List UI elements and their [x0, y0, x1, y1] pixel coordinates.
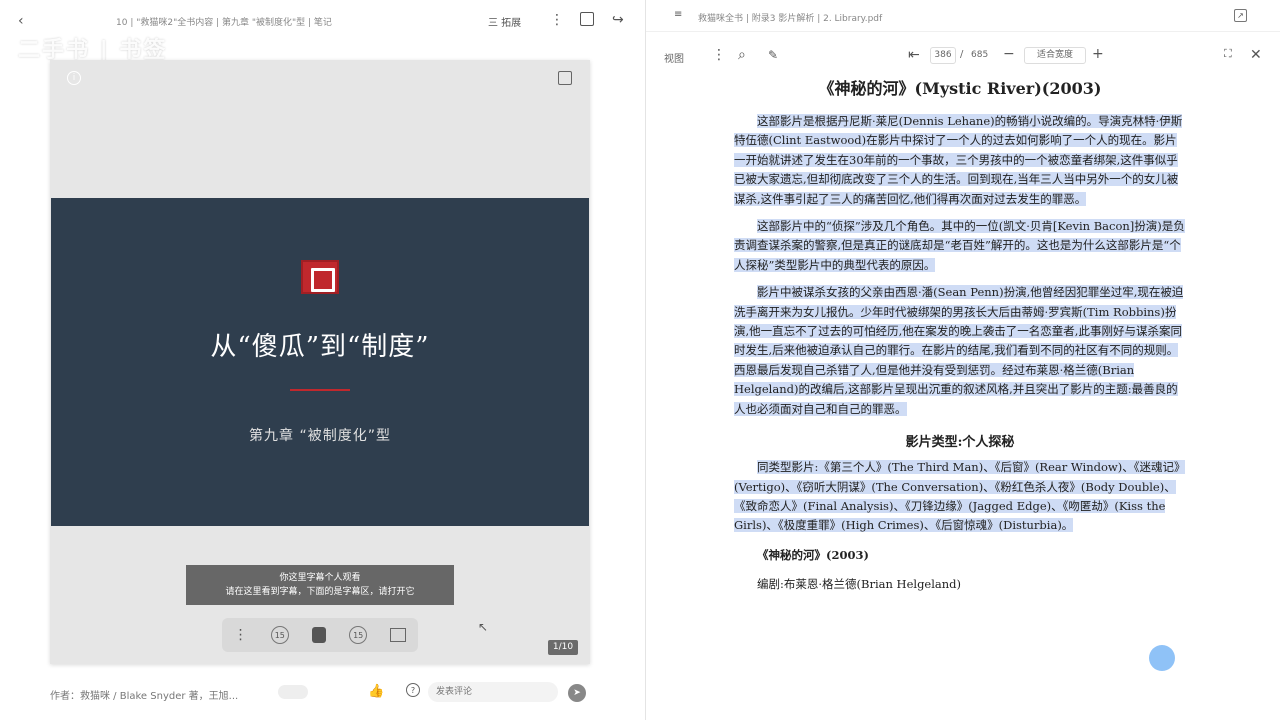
doc-title: 《神秘的河》(Mystic River)(2003) [818, 79, 1102, 98]
like-icon[interactable]: 👍 [368, 684, 384, 699]
zoom-out-icon[interactable]: − [1003, 46, 1015, 62]
slide: 从“傻瓜”到“制度” 第九章 “被制度化”型 [51, 198, 589, 526]
share-icon[interactable]: ↪ [612, 12, 624, 28]
info-icon[interactable]: i [67, 71, 81, 85]
pause-icon[interactable] [311, 627, 326, 643]
zoom-in-icon[interactable]: + [1092, 46, 1104, 62]
open-external-icon[interactable]: ↗ [1234, 9, 1247, 22]
pdf-toolbar: 视图 ⋮ ⌕ ✎ ⇤ 386 / 685 − 适合宽度 + ⛶ ✕ [646, 42, 1280, 70]
paragraph-3: 影片中被谋杀女孩的父亲由西恩·潘(Sean Penn)扮演,他曾经因犯罪坐过牢,… [734, 283, 1186, 419]
comment-icon[interactable]: ? [406, 683, 420, 697]
more-icon[interactable]: ⋮ [550, 12, 564, 28]
page-indicator: 1/10 [548, 640, 578, 655]
paragraph-1-text: 这部影片是根据丹尼斯·莱尼(Dennis Lehane)的畅销小说改编的。导演克… [734, 114, 1183, 206]
divider [290, 389, 350, 391]
close-icon[interactable]: ✕ [1250, 47, 1262, 63]
caption-box: 你这里字幕个人观看 请在这里看到字幕，下面的是字幕区，请打开它 [186, 565, 454, 605]
slide-subtitle: 第九章 “被制度化”型 [249, 428, 391, 444]
sidebar-toggle-icon[interactable] [580, 12, 594, 26]
same-type-paragraph: 同类型影片:《第三个人》(The Third Man)、《后窗》(Rear Wi… [734, 458, 1186, 536]
first-page-icon[interactable]: ⇤ [908, 47, 920, 63]
rewind-icon[interactable]: 15 [270, 626, 289, 644]
menu-dots-icon[interactable]: ⋮ [234, 627, 248, 643]
paragraph-3-text: 影片中被谋杀女孩的父亲由西恩·潘(Sean Penn)扮演,他曾经因犯罪坐过牢,… [734, 285, 1184, 416]
film-line: 《神秘的河》(2003) [734, 546, 1186, 565]
bottom-bar: 作者：救猫咪 / Blake Snyder 著，王旭... 👍 ? ➤ [50, 678, 590, 708]
view-button[interactable]: 视图 [664, 50, 684, 65]
menu-icon[interactable]: ≡ [674, 9, 682, 20]
author-text: 作者：救猫咪 / Blake Snyder 著，王旭... [50, 691, 239, 702]
caption-line-2: 请在这里看到字幕，下面的是字幕区，请打开它 [225, 587, 415, 597]
page-separator: / [960, 49, 964, 60]
slide-title: 从“傻瓜”到“制度” [210, 332, 430, 362]
page-current[interactable]: 386 [930, 47, 956, 64]
pdf-document: 《神秘的河》(Mystic River)(2003) 这部影片是根据丹尼斯·莱尼… [734, 74, 1186, 595]
comment-input[interactable] [428, 682, 558, 702]
file-path: 救猫咪全书 | 附录3 影片解析 | 2. Library.pdf [698, 14, 883, 24]
fullscreen-toggle-icon[interactable] [390, 628, 407, 642]
paragraph-1: 这部影片是根据丹尼斯·莱尼(Dennis Lehane)的畅销小说改编的。导演克… [734, 112, 1186, 209]
same-type-text: 同类型影片:《第三个人》(The Third Man)、《后窗》(Rear Wi… [734, 460, 1186, 533]
page-total: 685 [971, 50, 989, 60]
expand-button[interactable]: 三 拓展 [488, 14, 521, 29]
more-options-icon[interactable]: ⋮ [712, 47, 726, 63]
fit-screen-icon[interactable]: ⛶ [1224, 47, 1232, 61]
annotate-icon[interactable]: ✎ [768, 48, 778, 62]
fullscreen-icon[interactable] [558, 71, 572, 85]
breadcrumb[interactable]: 10 | "救猫咪2"全书内容 | 第九章 "被制度化"型 | 笔记 [116, 15, 356, 28]
section-heading: 影片类型:个人探秘 [905, 435, 1015, 451]
back-icon[interactable]: ‹ [18, 13, 24, 29]
cursor-icon: ↖ [478, 620, 489, 634]
seal-logo [301, 260, 339, 294]
forward-icon[interactable]: 15 [349, 626, 368, 644]
send-icon[interactable]: ➤ [568, 684, 586, 702]
search-icon[interactable]: ⌕ [738, 47, 746, 63]
paragraph-2-text: 这部影片中的“侦探”涉及几个角色。其中的一位(凯文·贝肯[Kevin Bacon… [734, 219, 1185, 272]
pdf-topbar: ≡ 救猫咪全书 | 附录3 影片解析 | 2. Library.pdf ↗ [646, 0, 1280, 32]
assistant-bubble-icon[interactable] [1149, 645, 1175, 671]
pdf-panel: ≡ 救猫咪全书 | 附录3 影片解析 | 2. Library.pdf ↗ 视图… [645, 0, 1280, 720]
caption-line-1: 你这里字幕个人观看 [279, 573, 361, 583]
film-line-text: 《神秘的河》(2003) [757, 547, 869, 562]
video-panel: ‹ 10 | "救猫咪2"全书内容 | 第九章 "被制度化"型 | 笔记 三 拓… [0, 0, 640, 720]
player-controls: ⋮ 15 15 [222, 618, 418, 652]
paragraph-2: 这部影片中的“侦探”涉及几个角色。其中的一位(凯文·贝肯[Kevin Bacon… [734, 217, 1186, 275]
writer-line: 编剧:布莱恩·格兰德(Brian Helgeland) [757, 577, 962, 592]
tag-chip[interactable] [278, 685, 308, 699]
zoom-select[interactable]: 适合宽度 [1024, 47, 1086, 64]
